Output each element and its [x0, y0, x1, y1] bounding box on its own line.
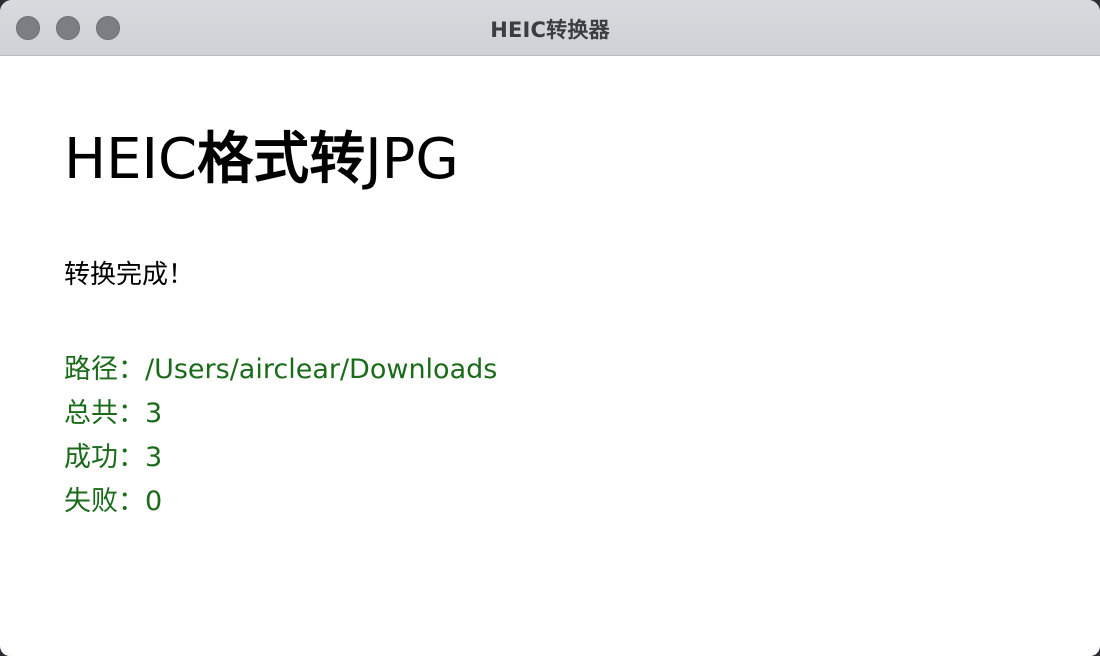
page-title-suffix: JPG	[365, 127, 459, 192]
status-message: 转换完成！	[64, 260, 195, 290]
result-failed-value: 0	[145, 486, 163, 517]
page-title-cjk: 格式转	[197, 127, 366, 192]
app-window: HEIC转换器 HEIC格式转JPG 转换完成！ 路径：/Users/aircl…	[0, 0, 1100, 656]
main-content: HEIC格式转JPG 转换完成！ 路径：/Users/airclear/Down…	[64, 124, 1060, 524]
result-failed-label: 失败：	[64, 486, 145, 517]
result-path: 路径：/Users/airclear/Downloads	[64, 348, 1060, 392]
result-path-value: /Users/airclear/Downloads	[145, 354, 498, 385]
result-success: 成功：3	[64, 436, 1060, 480]
window-title: HEIC转换器	[490, 18, 610, 42]
page-title: HEIC格式转JPG	[64, 124, 1060, 196]
result-path-label: 路径：	[64, 354, 145, 385]
title-bar[interactable]: HEIC转换器	[0, 0, 1100, 56]
result-total: 总共：3	[64, 392, 1060, 436]
result-failed: 失败：0	[64, 480, 1060, 524]
result-success-label: 成功：	[64, 442, 145, 473]
result-success-value: 3	[145, 442, 163, 473]
result-summary: 路径：/Users/airclear/Downloads 总共：3 成功：3 失…	[64, 348, 1060, 524]
result-total-label: 总共：	[64, 398, 145, 429]
page-title-prefix: HEIC	[64, 127, 198, 192]
result-total-value: 3	[145, 398, 163, 429]
